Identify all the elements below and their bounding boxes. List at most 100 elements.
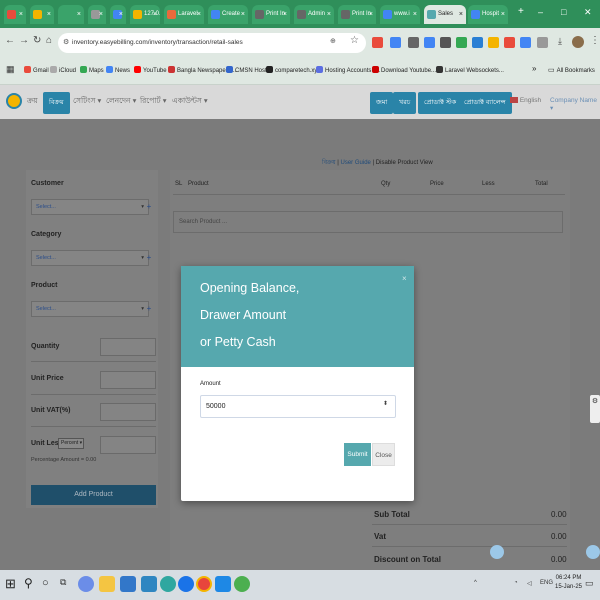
- unit-less-input[interactable]: [100, 436, 156, 454]
- bookmark-item[interactable]: Hosting Accounts -...: [316, 66, 380, 74]
- add-product-button[interactable]: Add Product: [31, 485, 156, 505]
- minimize-button[interactable]: –: [538, 7, 543, 17]
- tab-close-icon[interactable]: ×: [283, 5, 287, 24]
- expense-button[interactable]: খরচ: [393, 92, 417, 114]
- bookmark-item[interactable]: Gmail: [24, 66, 49, 74]
- bookmark-item[interactable]: Laravel Websockets...: [436, 66, 504, 74]
- customer-select[interactable]: Select... ▾: [31, 199, 149, 215]
- tab-close-icon[interactable]: ×: [413, 5, 417, 24]
- nav-item-settings[interactable]: সেটিংস ▾: [73, 96, 101, 108]
- tab-close-icon[interactable]: ×: [241, 5, 245, 24]
- reload-icon[interactable]: ↻: [33, 35, 41, 46]
- bookmark-item[interactable]: Maps: [80, 66, 104, 74]
- copilot-icon[interactable]: [78, 576, 94, 592]
- extension-icon[interactable]: [504, 37, 515, 48]
- new-tab-button[interactable]: +: [518, 6, 524, 17]
- extension-icon[interactable]: [440, 37, 451, 48]
- windows-start-icon[interactable]: ⊞: [5, 576, 16, 592]
- side-tools-icon[interactable]: ⚙: [590, 395, 600, 423]
- bookmark-item[interactable]: YouTube: [134, 66, 167, 74]
- extension-icon[interactable]: [390, 37, 401, 48]
- tab-close-icon[interactable]: ×: [99, 5, 103, 24]
- product-balance-button[interactable]: প্রোডাক্ট ব্যালেন্স: [458, 92, 512, 114]
- amount-input[interactable]: 50000: [200, 395, 396, 418]
- tab-close-icon[interactable]: ×: [153, 5, 157, 24]
- bookmarks-overflow-icon[interactable]: »: [532, 64, 536, 73]
- number-spinner-icon[interactable]: ⬍: [383, 400, 388, 407]
- tab-close-icon[interactable]: ×: [327, 5, 331, 24]
- tab-close-icon[interactable]: ×: [19, 5, 23, 24]
- bookmark-item[interactable]: News: [106, 66, 130, 74]
- close-window-button[interactable]: ✕: [584, 7, 592, 18]
- tab-close-icon[interactable]: ×: [77, 5, 81, 24]
- bookmark-item[interactable]: CMSN Host: [226, 66, 267, 74]
- store-icon[interactable]: [120, 576, 136, 592]
- edge-icon[interactable]: [160, 576, 176, 592]
- deposit-button[interactable]: জমা: [370, 92, 394, 114]
- browser-tab[interactable]: Admin ×: [294, 5, 334, 24]
- tab-close-icon[interactable]: ×: [369, 5, 373, 24]
- forward-arrow-icon[interactable]: →: [19, 35, 29, 46]
- close-button[interactable]: Close: [372, 443, 395, 466]
- add-category-button[interactable]: +: [143, 250, 155, 266]
- notification-icon[interactable]: ▭: [585, 578, 594, 589]
- nav-item-sales[interactable]: বিক্রয়: [43, 92, 70, 114]
- user-guide-link[interactable]: User Guide: [341, 160, 371, 166]
- browser-tab[interactable]: ×: [88, 5, 106, 24]
- chrome-icon[interactable]: [196, 576, 212, 592]
- file-explorer-icon[interactable]: [99, 576, 115, 592]
- download-icon[interactable]: ⤓: [558, 36, 562, 47]
- vscode-icon[interactable]: [215, 576, 231, 592]
- extension-icon[interactable]: [520, 37, 531, 48]
- app-icon[interactable]: [234, 576, 250, 592]
- browser-tab[interactable]: ×: [58, 5, 84, 24]
- add-product-type-button[interactable]: +: [143, 301, 155, 317]
- bookmark-item[interactable]: comparetech.xyz: [266, 66, 320, 74]
- unit-price-input[interactable]: [100, 371, 156, 389]
- translate-icon[interactable]: ⊕: [330, 37, 336, 45]
- tab-close-icon[interactable]: ×: [459, 5, 463, 24]
- category-select[interactable]: Select... ▾: [31, 250, 149, 266]
- search-product-input[interactable]: Search Product ...: [173, 211, 563, 233]
- browser-tab[interactable]: www.i ×: [380, 5, 420, 24]
- app-logo-icon[interactable]: [6, 93, 22, 109]
- browser-tab[interactable]: 127.0.0×: [130, 5, 160, 24]
- extension-icon[interactable]: [472, 37, 483, 48]
- maximize-button[interactable]: □: [561, 7, 566, 17]
- language-selector[interactable]: English: [510, 97, 541, 104]
- search-icon[interactable]: ⚲: [24, 576, 33, 590]
- browser-tab[interactable]: Hospit ×: [468, 5, 508, 24]
- address-bar[interactable]: inventory.easyebilling.com/inventory/tra…: [58, 33, 366, 53]
- browser-menu-icon[interactable]: ⋮: [590, 35, 600, 46]
- unit-vat-input[interactable]: [100, 403, 156, 421]
- browser-tab[interactable]: Print In ×: [338, 5, 376, 24]
- nav-item-reports[interactable]: রিপোর্ট ▾: [140, 96, 167, 108]
- quantity-input[interactable]: [100, 338, 156, 356]
- tab-close-icon[interactable]: ×: [501, 5, 505, 24]
- bookmark-item[interactable]: Download Youtube...: [372, 66, 436, 74]
- wifi-icon[interactable]: ◔: [514, 580, 518, 586]
- browser-tab[interactable]: Create ×: [208, 5, 248, 24]
- tray-overflow-icon[interactable]: ^: [474, 580, 477, 586]
- product-stock-button[interactable]: প্রোডাক্ট স্টক: [418, 92, 463, 114]
- nav-item-purchase[interactable]: ক্রয়: [27, 96, 38, 108]
- home-icon[interactable]: ⌂: [46, 35, 52, 46]
- extension-icon[interactable]: [456, 37, 467, 48]
- app-icon[interactable]: [141, 576, 157, 592]
- tab-close-icon[interactable]: ×: [197, 5, 201, 24]
- apps-grid-icon[interactable]: ▦: [6, 64, 15, 75]
- tab-close-icon[interactable]: ×: [47, 5, 51, 24]
- extension-icon[interactable]: [424, 37, 435, 48]
- all-bookmarks-button[interactable]: ▭ All Bookmarks: [548, 66, 595, 74]
- extension-icon[interactable]: [408, 37, 419, 48]
- bookmark-star-icon[interactable]: ☆: [350, 35, 359, 46]
- browser-tab[interactable]: Laravel ×: [164, 5, 204, 24]
- extension-icon[interactable]: [372, 37, 383, 48]
- back-arrow-icon[interactable]: ←: [5, 35, 15, 46]
- extension-icon[interactable]: [488, 37, 499, 48]
- task-view-icon[interactable]: ○: [42, 577, 49, 589]
- language-indicator[interactable]: ENG: [540, 580, 553, 586]
- browser-tab[interactable]: ×: [4, 5, 26, 24]
- volume-icon[interactable]: ◁: [527, 580, 532, 587]
- browser-tab[interactable]: ×: [110, 5, 126, 24]
